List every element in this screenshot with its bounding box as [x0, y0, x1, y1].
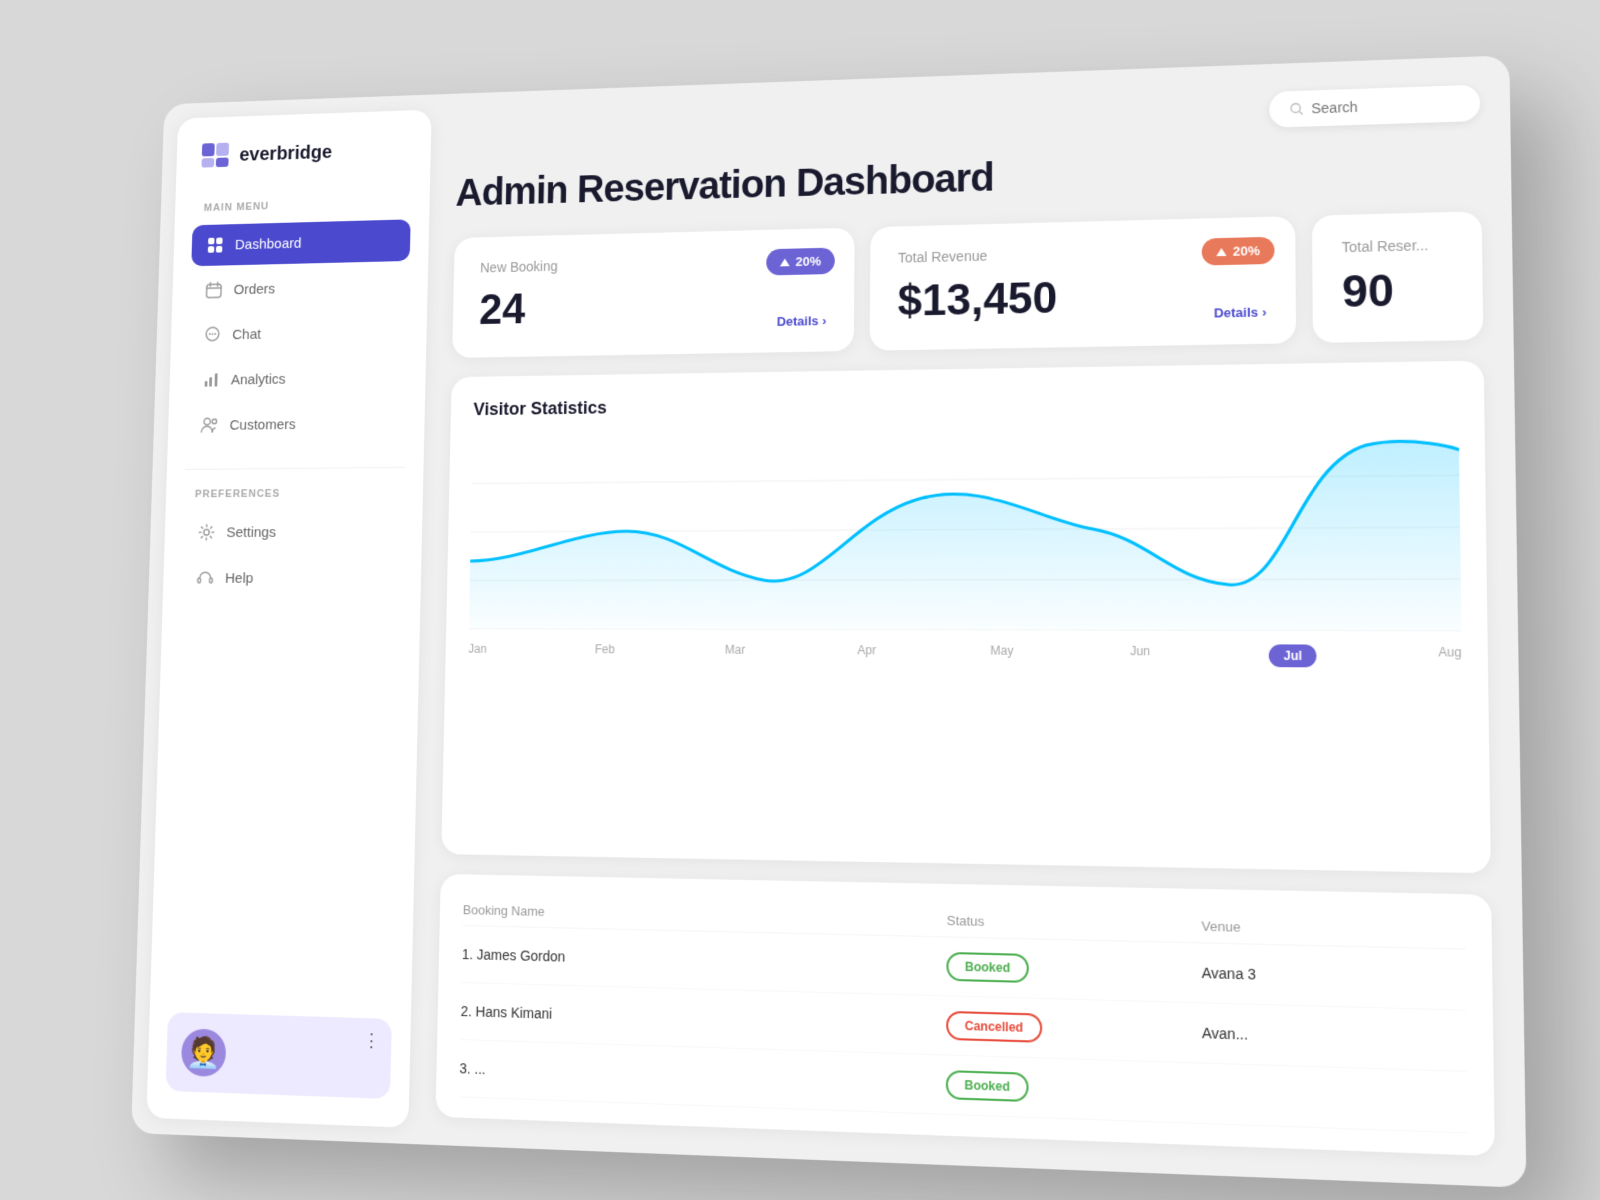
sidebar-item-analytics-label: Analytics	[231, 371, 286, 388]
search-box[interactable]	[1269, 85, 1480, 128]
sidebar-item-dashboard-label: Dashboard	[235, 235, 302, 253]
stats-row: New Booking 20% 24 Details › Total Reven…	[452, 211, 1483, 358]
new-booking-details[interactable]: Details ›	[777, 313, 827, 329]
x-label-aug: Aug	[1438, 645, 1461, 668]
sidebar-item-orders-label: Orders	[233, 281, 275, 298]
col-status: Status	[947, 913, 1202, 934]
sidebar-item-help-label: Help	[225, 570, 254, 586]
total-revenue-badge: 20%	[1202, 237, 1275, 266]
grid-icon	[206, 236, 225, 255]
sidebar-item-settings[interactable]: Settings	[182, 510, 404, 553]
sidebar-item-help[interactable]: Help	[181, 556, 403, 599]
top-bar	[457, 85, 1481, 154]
sidebar-item-settings-label: Settings	[226, 524, 276, 540]
total-revenue-card: Total Revenue 20% $13,450 Details ›	[870, 216, 1297, 351]
col-booking-name: Booking Name	[463, 902, 947, 928]
x-label-jun: Jun	[1130, 644, 1150, 667]
search-icon	[1290, 102, 1303, 116]
table-card: Booking Name Status Venue 1. James Gordo…	[435, 874, 1494, 1156]
revenue-badge-arrow	[1216, 247, 1226, 255]
booked-badge: Booked	[946, 952, 1028, 983]
chart-x-labels: Jan Feb Mar Apr May Jun Jul Aug	[468, 634, 1462, 668]
pref-section-label: PREFERENCES	[184, 487, 404, 500]
main-content: Admin Reservation Dashboard New Booking …	[423, 55, 1526, 1188]
logo-icon	[201, 143, 230, 170]
chat-icon	[203, 325, 222, 344]
chart-svg-wrapper: Jan Feb Mar Apr May Jun Jul Aug	[468, 424, 1461, 653]
col-venue: Venue	[1201, 918, 1465, 940]
venue-3	[1202, 1093, 1468, 1102]
total-revenue-badge-value: 20%	[1233, 243, 1260, 259]
cancelled-badge: Cancelled	[946, 1011, 1042, 1043]
sidebar-item-customers[interactable]: Customers	[186, 402, 407, 447]
sidebar-item-orders[interactable]: Orders	[190, 265, 410, 311]
bar-chart-icon	[202, 370, 221, 389]
new-booking-badge-value: 20%	[795, 254, 821, 269]
chart-card: Visitor Statistics	[441, 361, 1491, 874]
x-label-jan: Jan	[468, 642, 487, 664]
logo-area: everbridge	[194, 137, 412, 170]
app-name: everbridge	[239, 142, 332, 166]
headphone-icon	[196, 569, 215, 588]
new-booking-card: New Booking 20% 24 Details ›	[452, 228, 855, 358]
booked-badge-3: Booked	[946, 1070, 1029, 1102]
avatar: 🧑‍💼	[181, 1028, 227, 1077]
user-card: 🧑‍💼 ⋮	[166, 1012, 392, 1099]
venue-1: Avana 3	[1202, 964, 1467, 988]
status-badge-1: Booked	[946, 952, 1201, 988]
sidebar-item-dashboard[interactable]: Dashboard	[191, 219, 410, 266]
menu-section-label: MAIN MENU	[193, 197, 411, 214]
x-label-jul[interactable]: Jul	[1269, 644, 1317, 667]
sidebar-item-analytics[interactable]: Analytics	[187, 356, 407, 401]
x-label-apr: Apr	[857, 643, 876, 665]
x-label-feb: Feb	[595, 642, 615, 664]
sidebar-item-customers-label: Customers	[229, 416, 296, 433]
badge-arrow-up	[780, 258, 790, 266]
status-badge-3: Booked	[946, 1070, 1202, 1108]
visitor-statistics-chart	[469, 424, 1462, 632]
user-more-button[interactable]: ⋮	[363, 1030, 381, 1051]
sidebar-item-chat[interactable]: Chat	[188, 310, 408, 356]
new-booking-value: 24	[479, 279, 827, 335]
sidebar: everbridge MAIN MENU Dashboard	[146, 110, 431, 1128]
booking-name-3: 3. ...	[459, 1060, 946, 1093]
booking-name-2: 2. Hans Kimani	[461, 1003, 947, 1034]
new-booking-badge: 20%	[766, 248, 835, 276]
status-badge-2: Cancelled	[946, 1011, 1202, 1048]
sidebar-bottom: 🧑‍💼 ⋮	[166, 1012, 392, 1099]
sidebar-divider	[185, 467, 405, 470]
calendar-icon	[205, 280, 224, 299]
sidebar-item-chat-label: Chat	[232, 326, 261, 343]
booking-name-1: 1. James Gordon	[462, 946, 947, 975]
x-label-mar: Mar	[725, 643, 746, 665]
active-month-pill: Jul	[1269, 644, 1317, 667]
total-reservations-card: Total Reser... 90	[1312, 211, 1484, 343]
total-reservations-value: 90	[1342, 265, 1453, 318]
search-input[interactable]	[1311, 95, 1459, 116]
total-revenue-value: $13,450	[898, 269, 1267, 326]
gear-icon	[197, 523, 216, 542]
users-icon	[200, 416, 219, 435]
page-title: Admin Reservation Dashboard	[455, 141, 1481, 215]
venue-2: Avan...	[1202, 1024, 1467, 1049]
total-revenue-details[interactable]: Details ›	[1214, 304, 1267, 320]
chart-title: Visitor Statistics	[473, 386, 1458, 420]
total-reservations-label: Total Reser...	[1342, 236, 1453, 255]
x-label-may: May	[990, 644, 1013, 666]
